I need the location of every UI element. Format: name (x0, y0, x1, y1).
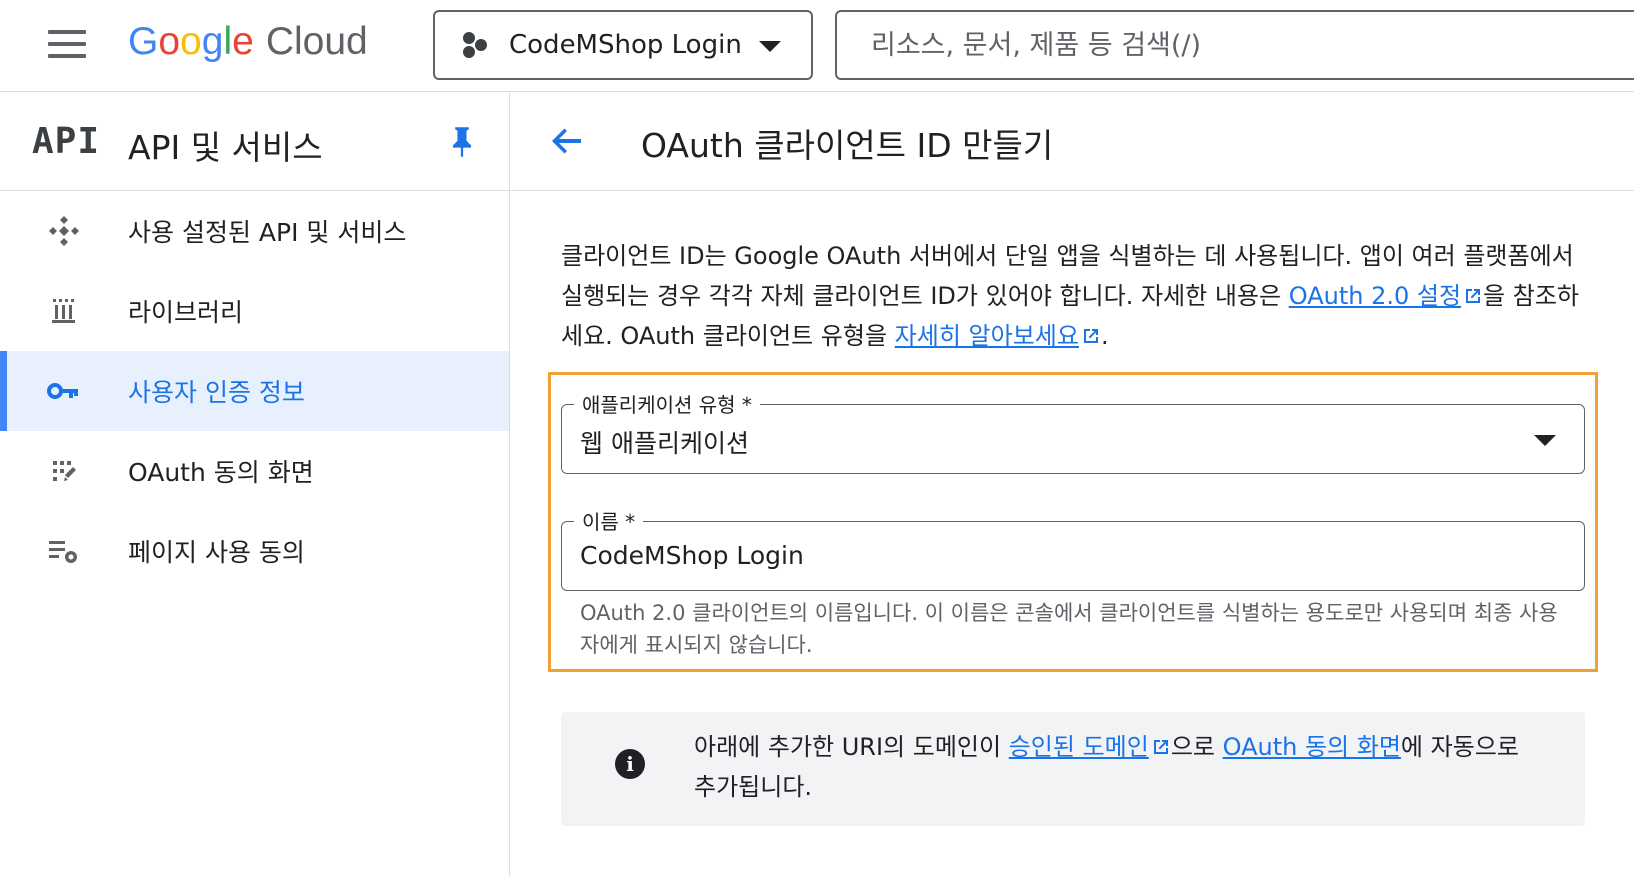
google-cloud-logo[interactable]: Google Cloud (128, 20, 368, 70)
authorized-domain-link[interactable]: 승인된 도메인 (1009, 733, 1149, 761)
diamond-api-icon (44, 213, 84, 249)
name-field[interactable]: 이름 * CodeMShop Login (561, 506, 1585, 591)
chevron-down-icon (759, 41, 781, 52)
external-link-icon (1083, 329, 1098, 343)
project-name: CodeMShop Login (509, 30, 742, 60)
sidebar-item-label: 사용자 인증 정보 (128, 378, 305, 407)
search-input[interactable] (835, 10, 1634, 80)
chevron-down-icon (1534, 435, 1556, 446)
sidebar-item-label: 사용 설정된 API 및 서비스 (128, 218, 407, 247)
sidebar-item-label: 라이브러리 (128, 298, 244, 327)
back-arrow-icon[interactable] (547, 121, 587, 161)
info-icon: i (615, 749, 645, 779)
top-bar: Google Cloud CodeMShop Login (0, 0, 1634, 92)
sidebar-title: API 및 서비스 (128, 128, 323, 167)
main-menu-icon[interactable] (48, 30, 86, 60)
sidebar-item-oauth-consent[interactable]: OAuth 동의 화면 (0, 431, 509, 511)
description: 클라이언트 ID는 Google OAuth 서버에서 단일 앱을 식별하는 데… (561, 242, 1579, 350)
sidebar-item-credentials[interactable]: 사용자 인증 정보 (0, 351, 509, 431)
sidebar-item-library[interactable]: 라이브러리 (0, 271, 509, 351)
sidebar: API API 및 서비스 사용 설정된 API 및 서비스 라이브러리 사용자… (0, 93, 510, 876)
project-selector[interactable]: CodeMShop Login (433, 10, 813, 80)
name-value: CodeMShop Login (580, 541, 804, 570)
sidebar-item-label: OAuth 동의 화면 (128, 458, 314, 487)
info-box: i 아래에 추가한 URI의 도메인이 승인된 도메인 으로 OAuth 동의 화… (561, 712, 1585, 826)
application-type-select[interactable]: 애플리케이션 유형 * 웹 애플리케이션 (561, 389, 1585, 474)
oauth-setup-link[interactable]: OAuth 2.0 설정 (1289, 282, 1461, 310)
key-icon (44, 373, 84, 409)
external-link-icon (1153, 740, 1168, 754)
page-title: OAuth 클라이언트 ID 만들기 (641, 126, 1054, 165)
sidebar-item-enabled-apis[interactable]: 사용 설정된 API 및 서비스 (0, 191, 509, 271)
external-link-icon (1466, 289, 1481, 303)
settings-list-icon (44, 533, 84, 569)
oauth-consent-link[interactable]: OAuth 동의 화면 (1223, 733, 1401, 761)
library-icon (44, 293, 84, 329)
name-hint: OAuth 2.0 클라이언트의 이름입니다. 이 이름은 콘솔에서 클라이언트… (580, 601, 1558, 657)
consent-dots-icon (44, 453, 84, 489)
project-hexagon-icon (461, 30, 491, 60)
sidebar-header: API API 및 서비스 (0, 93, 509, 191)
main-header: OAuth 클라이언트 ID 만들기 (511, 93, 1634, 191)
pin-icon[interactable] (448, 125, 476, 159)
learn-more-link[interactable]: 자세히 알아보세요 (895, 322, 1079, 350)
sidebar-item-label: 페이지 사용 동의 (128, 538, 305, 567)
info-text: 아래에 추가한 URI의 도메인이 승인된 도메인 으로 OAuth 동의 화면에… (694, 733, 1519, 801)
sidebar-item-page-usage[interactable]: 페이지 사용 동의 (0, 511, 509, 591)
application-type-label: 애플리케이션 유형 * (574, 389, 760, 418)
api-badge-icon: API (32, 121, 101, 162)
application-type-value: 웹 애플리케이션 (580, 429, 749, 458)
name-label: 이름 * (574, 506, 644, 535)
